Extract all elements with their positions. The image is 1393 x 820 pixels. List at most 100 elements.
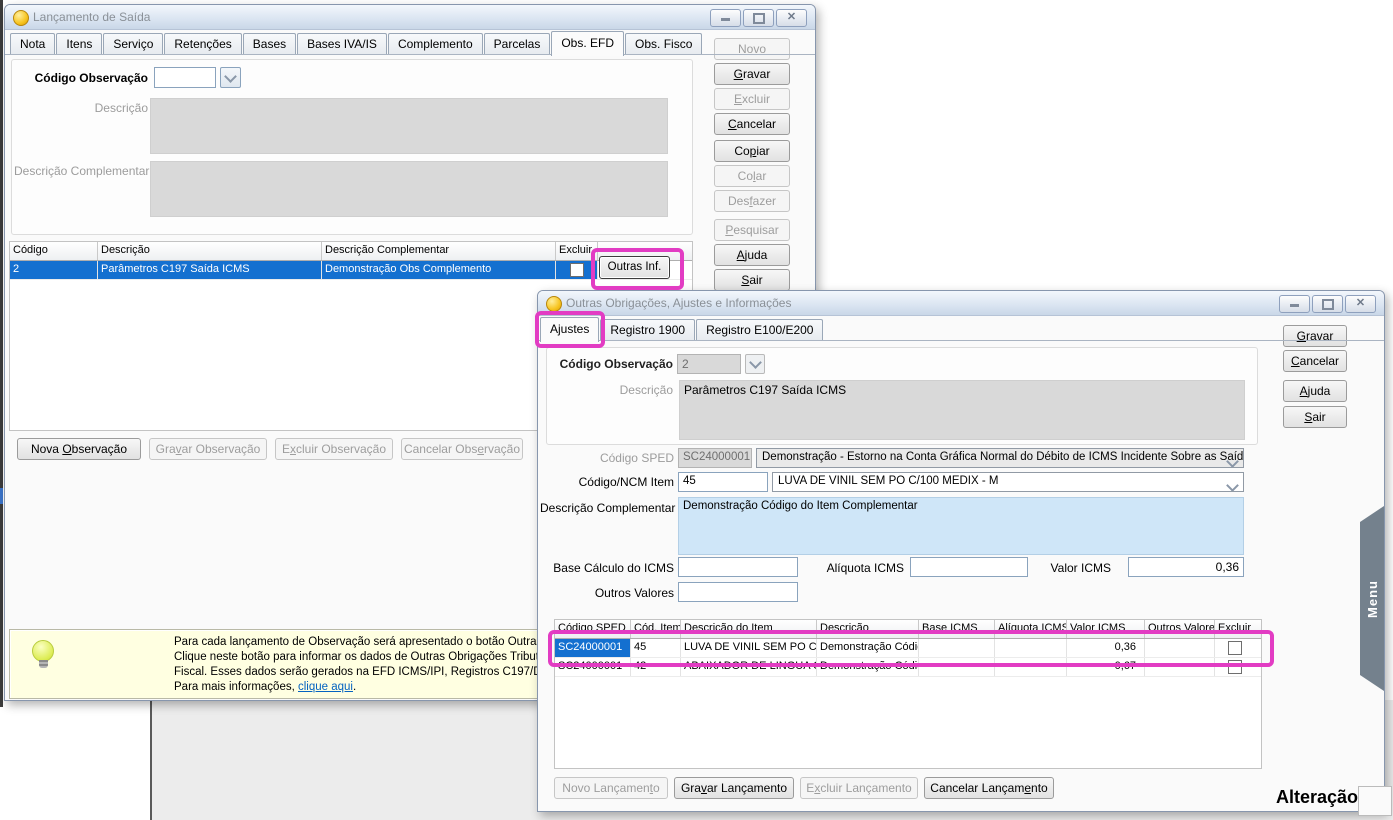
- tab-bases[interactable]: Bases: [243, 33, 296, 55]
- tab-bases-iva-is[interactable]: Bases IVA/IS: [297, 33, 387, 55]
- header-aliquota-icms[interactable]: Alíquota ICMS: [995, 620, 1067, 638]
- aliquota-icms-label: Alíquota ICMS: [784, 561, 904, 575]
- clique-aqui-link[interactable]: clique aqui: [298, 681, 353, 693]
- header-cod-item[interactable]: Cód. Item: [631, 620, 681, 638]
- tab-complemento[interactable]: Complemento: [388, 33, 483, 55]
- cancelar-button[interactable]: Cancelar: [714, 113, 790, 135]
- tab-retencoes[interactable]: Retenções: [164, 33, 241, 55]
- gravar-button[interactable]: Gravar: [1283, 325, 1347, 347]
- codigo-observacao-input[interactable]: [154, 67, 216, 88]
- header-valor-icms[interactable]: Valor ICMS: [1067, 620, 1145, 638]
- base-calculo-icms-input[interactable]: [678, 557, 798, 577]
- titlebar[interactable]: Lançamento de Saída: [5, 5, 815, 30]
- desfazer-button[interactable]: Desfazer: [714, 190, 790, 212]
- grid-row-selected[interactable]: 2 Parâmetros C197 Saída ICMS Demonstraçã…: [10, 261, 692, 280]
- tab-parcelas[interactable]: Parcelas: [484, 33, 551, 55]
- descricao-complementar-textarea[interactable]: Demonstração Código do Item Complementar: [678, 497, 1244, 555]
- codigo-observacao-dropdown-button[interactable]: [745, 354, 765, 374]
- cell-codigo: 2: [10, 261, 98, 279]
- tabstrip: Nota Itens Serviço Retenções Bases Bases…: [10, 32, 703, 55]
- grid-row-selected[interactable]: SC24000001 45 LUVA DE VINIL SEM PO C/ De…: [555, 639, 1261, 658]
- copiar-button[interactable]: Copiar: [714, 140, 790, 162]
- ajuda-button[interactable]: Ajuda: [1283, 380, 1347, 402]
- excluir-button[interactable]: Excluir: [714, 88, 790, 110]
- tab-registro-1900[interactable]: Registro 1900: [600, 319, 695, 341]
- header-outros-valores[interactable]: Outros Valores: [1145, 620, 1215, 638]
- codigo-ncm-combo[interactable]: LUVA DE VINIL SEM PO C/100 MEDIX - M: [772, 472, 1244, 492]
- codigo-observacao-input[interactable]: 2: [677, 354, 741, 374]
- tab-obs-fisco[interactable]: Obs. Fisco: [625, 33, 702, 55]
- outros-valores-label: Outros Valores: [550, 586, 674, 600]
- novo-lancamento-button[interactable]: Novo Lançamento: [554, 777, 668, 799]
- cancelar-lancamento-button[interactable]: Cancelar Lançamento: [924, 777, 1054, 799]
- sair-button[interactable]: Sair: [714, 269, 790, 291]
- codigo-ncm-input[interactable]: 45: [678, 472, 768, 492]
- maximize-button[interactable]: [1312, 295, 1343, 313]
- header-codigo-sped[interactable]: Código SPED: [555, 620, 631, 638]
- gravar-button[interactable]: Gravar: [714, 63, 790, 85]
- codigo-observacao-label: Código Observação: [14, 71, 148, 85]
- info-more-suffix: .: [353, 681, 356, 693]
- cell-cod-item: 42: [631, 658, 681, 676]
- descricao-complementar-textarea[interactable]: [150, 161, 668, 217]
- cancelar-button[interactable]: Cancelar: [1283, 350, 1347, 372]
- cell-outros-valores: [1145, 639, 1215, 657]
- novo-button[interactable]: Novo: [714, 38, 790, 60]
- cell-aliquota-icms: [995, 639, 1067, 657]
- minimize-button[interactable]: [1279, 295, 1310, 313]
- window-title: Lançamento de Saída: [33, 10, 150, 24]
- header-descricao[interactable]: Descrição: [98, 242, 322, 260]
- header-descricao-complementar[interactable]: Descrição Complementar: [322, 242, 556, 260]
- codigo-sped-combo[interactable]: Demonstração - Estorno na Conta Gráfica …: [756, 448, 1244, 468]
- tab-itens[interactable]: Itens: [56, 33, 102, 55]
- tab-registro-e100-e200[interactable]: Registro E100/E200: [696, 319, 823, 341]
- excluir-checkbox[interactable]: [1228, 641, 1242, 655]
- outros-valores-input[interactable]: [678, 582, 798, 602]
- sair-button[interactable]: Sair: [1283, 406, 1347, 428]
- header-descricao[interactable]: Descrição: [817, 620, 919, 638]
- header-excluir[interactable]: Excluir: [556, 242, 598, 260]
- tab-servico[interactable]: Serviço: [103, 33, 163, 55]
- ajuda-button[interactable]: Ajuda: [714, 244, 790, 266]
- cell-codigo-sped: SC24000001: [555, 639, 631, 657]
- valor-icms-input[interactable]: 0,36: [1128, 557, 1244, 577]
- maximize-button[interactable]: [743, 9, 774, 27]
- gravar-lancamento-button[interactable]: Gravar Lançamento: [674, 777, 794, 799]
- observation-form-groupbox: Código Observação Descrição Descrição Co…: [11, 59, 693, 235]
- codigo-observacao-dropdown-button[interactable]: [220, 67, 241, 88]
- menu-slide-tab[interactable]: Menu: [1360, 506, 1384, 691]
- close-button[interactable]: [776, 9, 807, 27]
- colar-button[interactable]: Colar: [714, 165, 790, 187]
- codigo-sped-input[interactable]: SC24000001: [678, 448, 752, 468]
- titlebar[interactable]: Outras Obrigações, Ajustes e Informações: [538, 291, 1384, 316]
- app-icon: [13, 10, 29, 26]
- pesquisar-button[interactable]: Pesquisar: [714, 219, 790, 241]
- cell-valor-icms: 0,36: [1067, 639, 1145, 657]
- grid-row[interactable]: SC24000001 42 ABAIXADOR DE LINGUA C Demo…: [555, 658, 1261, 677]
- header-descricao-item[interactable]: Descrição do Item: [681, 620, 817, 638]
- outras-inf-button[interactable]: Outras Inf.: [599, 256, 670, 279]
- tab-nota[interactable]: Nota: [10, 33, 55, 55]
- menu-tab-label: Menu: [1365, 580, 1380, 618]
- cell-descricao-complementar: Demonstração Obs Complemento: [322, 261, 556, 279]
- tab-ajustes[interactable]: Ajustes: [540, 317, 599, 342]
- cell-descricao-item: ABAIXADOR DE LINGUA C: [681, 658, 817, 676]
- cell-excluir: [1215, 658, 1255, 676]
- nova-observacao-button[interactable]: Nova Observação: [17, 438, 141, 460]
- tab-obs-efd[interactable]: Obs. EFD: [551, 31, 624, 56]
- excluir-lancamento-button[interactable]: Excluir Lançamento: [800, 777, 918, 799]
- codigo-observacao-label: Código Observação: [551, 357, 673, 371]
- descricao-textarea[interactable]: [150, 98, 668, 154]
- header-base-icms[interactable]: Base ICMS: [919, 620, 995, 638]
- excluir-checkbox[interactable]: [1228, 660, 1242, 674]
- close-button[interactable]: [1345, 295, 1376, 313]
- cancelar-observacao-button[interactable]: Cancelar Observação: [401, 438, 523, 460]
- descricao-textarea[interactable]: Parâmetros C197 Saída ICMS: [679, 380, 1245, 440]
- gravar-observacao-button[interactable]: Gravar Observação: [149, 438, 267, 460]
- cell-outros-valores: [1145, 658, 1215, 676]
- minimize-button[interactable]: [710, 9, 741, 27]
- excluir-observacao-button[interactable]: Excluir Observação: [275, 438, 393, 460]
- header-excluir[interactable]: Excluir: [1215, 620, 1255, 638]
- header-codigo[interactable]: Código: [10, 242, 98, 260]
- excluir-checkbox[interactable]: [570, 263, 584, 277]
